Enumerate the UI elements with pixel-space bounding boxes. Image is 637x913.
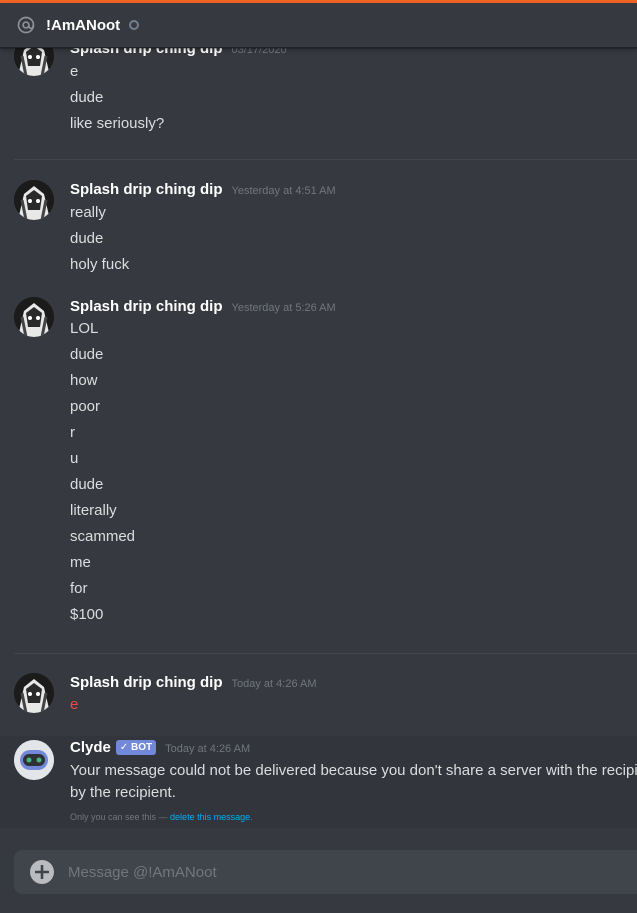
- message-text: really: [70, 204, 106, 221]
- message-timestamp: Yesterday at 5:26 AM: [231, 302, 336, 314]
- message-text: holy fuck: [70, 256, 130, 273]
- message-header: Splash drip ching dip Today at 4:26 AM: [70, 674, 317, 691]
- avatar-image-icon: [14, 48, 54, 76]
- message-text: LOL: [70, 320, 99, 337]
- message-text: $100: [70, 606, 104, 623]
- message-text: r: [70, 424, 75, 441]
- avatar-image-icon: [14, 297, 54, 337]
- clyde-text-line-2: by the recipient.: [70, 784, 176, 801]
- message-header: Splash drip ching dip Yesterday at 4:51 …: [70, 181, 336, 198]
- message-input[interactable]: [68, 863, 608, 881]
- ephemeral-note: Only you can see this — delete this mess…: [70, 812, 253, 822]
- message-timestamp: 03/17/2020: [231, 48, 287, 56]
- author-name[interactable]: Splash drip ching dip: [70, 674, 223, 691]
- clyde-robot-icon: [14, 740, 54, 780]
- author-name[interactable]: Splash drip ching dip: [70, 48, 223, 57]
- message-timestamp: Today at 4:26 AM: [231, 678, 317, 690]
- message-lines: e dude like seriously?: [70, 62, 164, 140]
- message-text: like seriously?: [70, 115, 165, 132]
- ephemeral-note-text: Only you can see this —: [70, 812, 171, 822]
- message-divider: [14, 159, 637, 160]
- message-header: Clyde ✓ BOT Today at 4:26 AM: [70, 739, 250, 757]
- dm-header: !AmANoot: [0, 3, 637, 48]
- message-text: u: [70, 450, 79, 467]
- message-timestamp: Today at 4:26 AM: [165, 743, 251, 755]
- message-text: e: [70, 63, 79, 80]
- clyde-name[interactable]: Clyde: [70, 739, 111, 756]
- avatar-image-icon: [14, 180, 54, 220]
- message-text: dude: [70, 476, 104, 493]
- user-avatar[interactable]: [14, 297, 54, 337]
- failed-message-text: e: [70, 696, 79, 713]
- ephemeral-period: .: [250, 812, 253, 822]
- message-divider: [14, 653, 637, 654]
- message-header: Splash drip ching dip Yesterday at 5:26 …: [70, 298, 336, 315]
- message-text: how: [70, 372, 98, 389]
- user-avatar[interactable]: [14, 180, 54, 220]
- message-text: literally: [70, 502, 117, 519]
- message-lines: e: [70, 695, 78, 721]
- upload-plus-button[interactable]: [30, 860, 54, 884]
- message-timestamp: Yesterday at 4:51 AM: [231, 185, 336, 197]
- author-name[interactable]: Splash drip ching dip: [70, 181, 223, 198]
- message-text: me: [70, 554, 91, 571]
- clyde-message: Clyde ✓ BOT Today at 4:26 AM Your messag…: [0, 736, 637, 828]
- plus-icon: [35, 865, 49, 879]
- clyde-text-line-1: Your message could not be delivered beca…: [70, 762, 637, 779]
- author-name[interactable]: Splash drip ching dip: [70, 298, 223, 315]
- clyde-message-text: Your message could not be delivered beca…: [70, 760, 637, 804]
- offline-status-icon: [129, 20, 140, 30]
- message-text: scammed: [70, 528, 136, 545]
- delete-message-link[interactable]: delete this message: [170, 812, 250, 822]
- bot-badge: ✓ BOT: [115, 740, 157, 755]
- message-lines: LOL dude how poor r u dude literally sca…: [70, 319, 135, 631]
- clyde-avatar[interactable]: [14, 740, 54, 780]
- at-icon: [17, 16, 35, 34]
- message-header: Splash drip ching dip 03/17/2020: [70, 48, 287, 57]
- avatar-image-icon: [14, 673, 54, 713]
- message-text: dude: [70, 346, 104, 363]
- message-composer: [14, 850, 637, 894]
- user-avatar[interactable]: [14, 48, 54, 76]
- message-text: for: [70, 580, 88, 597]
- message-text: poor: [70, 398, 101, 415]
- message-list[interactable]: Splash drip ching dip 03/17/2020 e dude …: [0, 48, 637, 828]
- message-text: dude: [70, 230, 104, 247]
- recipient-name[interactable]: !AmANoot: [46, 17, 120, 34]
- message-lines: really dude holy fuck: [70, 203, 129, 281]
- user-avatar[interactable]: [14, 673, 54, 713]
- message-text: dude: [70, 89, 104, 106]
